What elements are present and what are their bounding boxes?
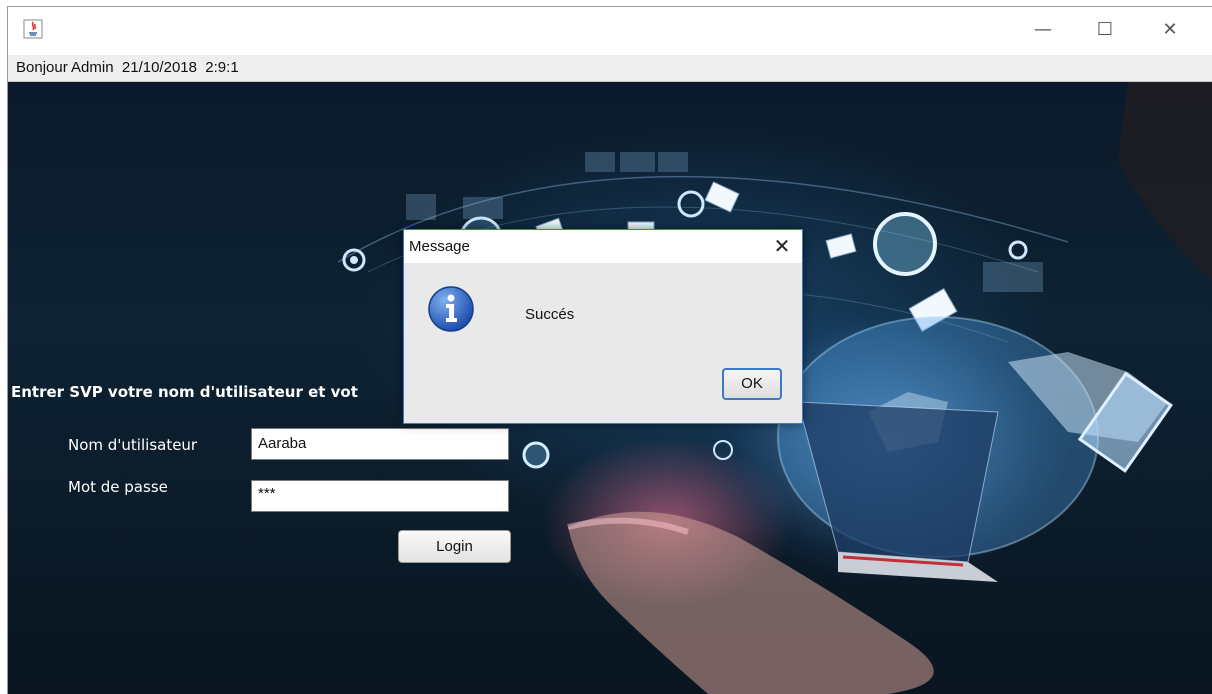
login-prompt: Entrer SVP votre nom d'utilisateur et vo… bbox=[11, 383, 358, 401]
status-greeting-datetime: Bonjour Admin 21/10/2018 2:9:1 bbox=[16, 59, 239, 76]
close-window-button[interactable]: ✕ bbox=[1148, 15, 1192, 45]
message-dialog: Message ✕ Succés OK bbox=[403, 229, 803, 424]
dialog-title-bar[interactable]: Message ✕ bbox=[404, 230, 802, 263]
maximize-button[interactable]: ☐ bbox=[1083, 15, 1127, 45]
info-icon bbox=[428, 286, 474, 332]
username-field[interactable]: Aaraba bbox=[251, 428, 509, 460]
login-button[interactable]: Login bbox=[398, 530, 511, 563]
dialog-close-button[interactable]: ✕ bbox=[770, 233, 794, 259]
password-label: Mot de passe bbox=[68, 478, 168, 496]
username-label: Nom d'utilisateur bbox=[68, 436, 198, 454]
dialog-title: Message bbox=[409, 238, 470, 255]
password-field[interactable]: *** bbox=[251, 480, 509, 512]
status-bar: Bonjour Admin 21/10/2018 2:9:1 bbox=[8, 55, 1212, 82]
ok-button[interactable]: OK bbox=[722, 368, 782, 400]
dialog-message: Succés bbox=[525, 306, 575, 323]
title-bar[interactable]: — ☐ ✕ bbox=[8, 7, 1212, 55]
java-icon bbox=[23, 19, 43, 39]
minimize-button[interactable]: — bbox=[1021, 15, 1065, 45]
